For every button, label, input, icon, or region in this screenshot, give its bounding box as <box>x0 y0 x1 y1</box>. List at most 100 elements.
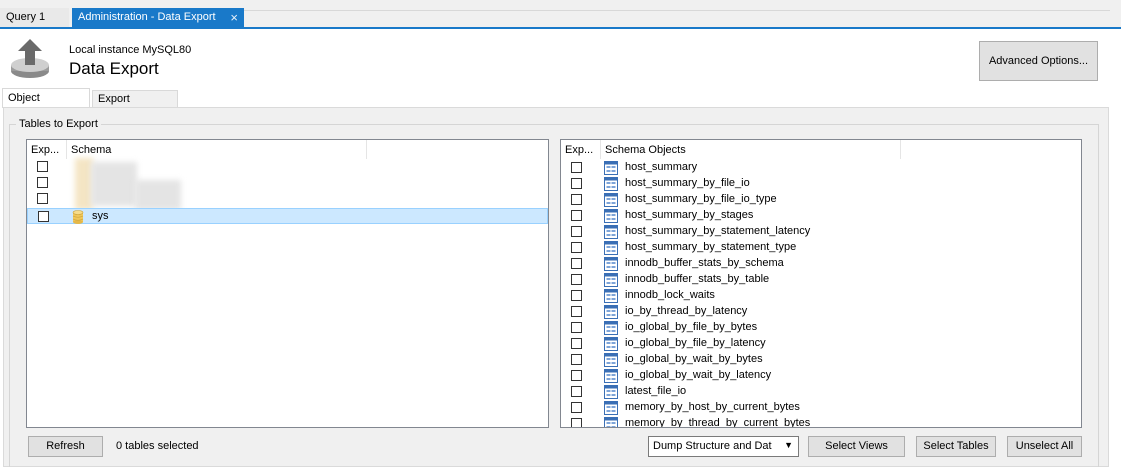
object-label: memory_by_thread_by_current_bytes <box>625 417 811 428</box>
select-tables-button[interactable]: Select Tables <box>916 436 996 457</box>
export-checkbox[interactable] <box>571 178 582 189</box>
export-checkbox[interactable] <box>571 354 582 365</box>
redacted-region <box>91 162 137 206</box>
view-icon <box>604 209 618 223</box>
select-views-button[interactable]: Select Views <box>808 436 905 457</box>
export-checkbox[interactable] <box>37 177 48 188</box>
export-checkbox[interactable] <box>571 274 582 285</box>
tab-object-selection[interactable]: Object Selection <box>2 88 90 122</box>
export-checkbox[interactable] <box>571 322 582 333</box>
list-item[interactable]: memory_by_thread_by_current_bytes <box>561 416 1081 428</box>
list-item[interactable]: io_global_by_wait_by_bytes <box>561 352 1081 368</box>
list-item[interactable]: host_summary_by_statement_latency <box>561 224 1081 240</box>
object-label: innodb_buffer_stats_by_schema <box>625 257 784 269</box>
list-item[interactable]: innodb_buffer_stats_by_schema <box>561 256 1081 272</box>
schema-objects-list[interactable]: Exp... Schema Objects host_summary host_s… <box>560 139 1082 428</box>
object-label: io_by_thread_by_latency <box>625 305 748 317</box>
view-icon <box>604 321 618 335</box>
tab-label: Administration - Data Export <box>78 11 216 23</box>
column-header-objects[interactable]: Schema Objects <box>601 140 901 159</box>
export-checkbox[interactable] <box>571 162 582 173</box>
view-icon <box>604 337 618 351</box>
export-checkbox[interactable] <box>571 258 582 269</box>
view-icon <box>604 225 618 239</box>
object-label: innodb_buffer_stats_by_table <box>625 273 770 285</box>
export-icon <box>11 39 49 78</box>
unselect-all-button[interactable]: Unselect All <box>1007 436 1082 457</box>
tab-data-export[interactable]: Administration - Data Export × <box>72 8 244 27</box>
object-label: host_summary_by_statement_latency <box>625 225 811 237</box>
list-item[interactable]: innodb_buffer_stats_by_table <box>561 272 1081 288</box>
object-label: memory_by_host_by_current_bytes <box>625 401 800 413</box>
view-icon <box>604 289 618 303</box>
chevron-down-icon: ▼ <box>784 440 793 450</box>
list-item[interactable]: io_global_by_wait_by_latency <box>561 368 1081 384</box>
object-label: host_summary_by_stages <box>625 209 754 221</box>
export-checkbox[interactable] <box>571 306 582 317</box>
view-icon <box>604 305 618 319</box>
divider <box>244 10 1110 11</box>
object-label: latest_file_io <box>625 385 687 397</box>
tab-label: Query 1 <box>6 11 46 23</box>
export-checkbox[interactable] <box>37 193 48 204</box>
list-item[interactable]: memory_by_host_by_current_bytes <box>561 400 1081 416</box>
database-icon <box>72 210 84 224</box>
view-icon <box>604 257 618 271</box>
close-icon[interactable]: × <box>230 8 238 27</box>
schema-label: sys <box>92 210 109 222</box>
tab-query-1[interactable]: Query 1 <box>0 8 69 27</box>
list-item[interactable]: host_summary_by_file_io <box>561 176 1081 192</box>
list-item[interactable]: sys <box>27 208 548 224</box>
list-item[interactable]: host_summary <box>561 160 1081 176</box>
list-header: Exp... Schema Objects <box>561 140 1081 159</box>
object-label: innodb_lock_waits <box>625 289 715 301</box>
export-checkbox[interactable] <box>571 370 582 381</box>
object-label: io_global_by_file_by_latency <box>625 337 766 349</box>
list-item[interactable]: io_global_by_file_by_latency <box>561 336 1081 352</box>
view-icon <box>604 193 618 207</box>
document-tab-bar: Query 1 Administration - Data Export × <box>0 0 1121 29</box>
section-tabs: Object Selection Export Progress <box>0 88 1121 122</box>
object-label: io_global_by_wait_by_bytes <box>625 353 763 365</box>
view-icon <box>604 369 618 383</box>
view-icon <box>604 273 618 287</box>
object-label: io_global_by_file_by_bytes <box>625 321 758 333</box>
column-header-export[interactable]: Exp... <box>27 140 67 159</box>
list-item[interactable]: host_summary_by_statement_type <box>561 240 1081 256</box>
object-label: host_summary <box>625 161 698 173</box>
schema-list[interactable]: Exp... Schema sys <box>26 139 549 428</box>
export-checkbox[interactable] <box>571 210 582 221</box>
export-checkbox[interactable] <box>38 211 49 222</box>
export-checkbox[interactable] <box>571 338 582 349</box>
view-icon <box>604 385 618 399</box>
page-title: Data Export <box>69 59 159 78</box>
export-checkbox[interactable] <box>571 194 582 205</box>
group-label: Tables to Export <box>16 118 101 130</box>
advanced-options-button[interactable]: Advanced Options... <box>979 41 1098 81</box>
tab-export-progress[interactable]: Export Progress <box>92 90 178 121</box>
export-checkbox[interactable] <box>571 386 582 397</box>
refresh-button[interactable]: Refresh <box>28 436 103 457</box>
export-checkbox[interactable] <box>571 290 582 301</box>
column-header-export[interactable]: Exp... <box>561 140 601 159</box>
object-label: host_summary_by_file_io <box>625 177 750 189</box>
export-checkbox[interactable] <box>571 418 582 427</box>
view-icon <box>604 417 618 427</box>
list-item[interactable]: latest_file_io <box>561 384 1081 400</box>
object-label: host_summary_by_file_io_type <box>625 193 777 205</box>
dump-option-select[interactable]: Dump Structure and Dat ▼ <box>648 436 799 457</box>
export-checkbox[interactable] <box>571 242 582 253</box>
list-item[interactable]: host_summary_by_file_io_type <box>561 192 1081 208</box>
export-checkbox[interactable] <box>571 226 582 237</box>
list-header: Exp... Schema <box>27 140 548 159</box>
export-checkbox[interactable] <box>37 161 48 172</box>
view-icon <box>604 241 618 255</box>
object-label: io_global_by_wait_by_latency <box>625 369 772 381</box>
list-item[interactable]: io_global_by_file_by_bytes <box>561 320 1081 336</box>
list-item[interactable]: host_summary_by_stages <box>561 208 1081 224</box>
list-item[interactable]: io_by_thread_by_latency <box>561 304 1081 320</box>
connection-subtitle: Local instance MySQL80 <box>69 44 192 56</box>
list-item[interactable]: innodb_lock_waits <box>561 288 1081 304</box>
export-checkbox[interactable] <box>571 402 582 413</box>
column-header-schema[interactable]: Schema <box>67 140 367 159</box>
